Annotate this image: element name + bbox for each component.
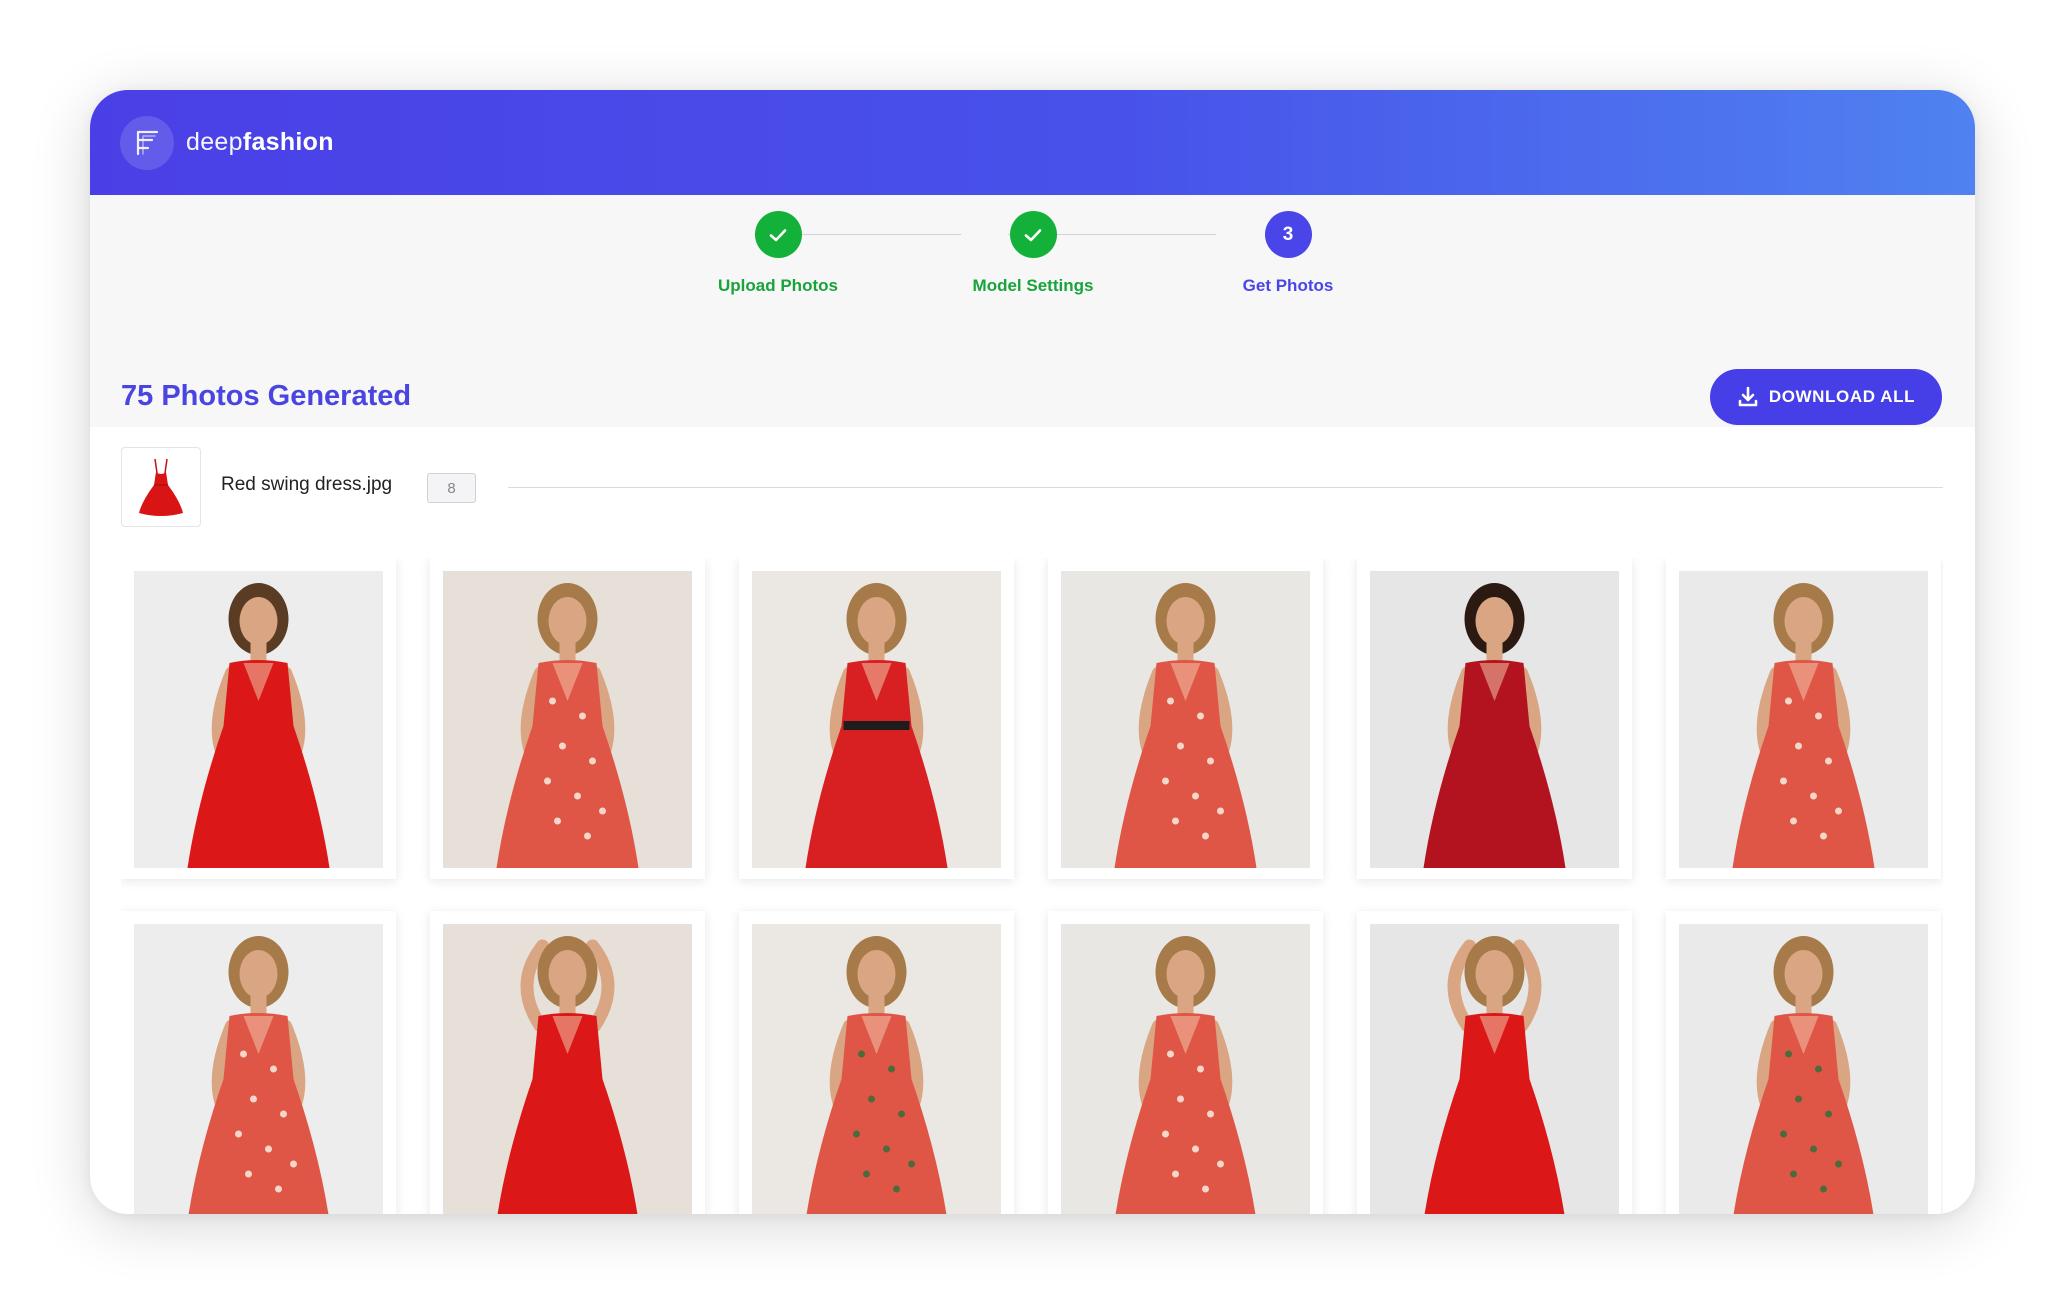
generated-photo-card[interactable] — [1666, 911, 1941, 1214]
photo-count-badge: 8 — [427, 473, 476, 503]
download-all-label: DOWNLOAD ALL — [1768, 387, 1916, 406]
generated-photo-card[interactable] — [1357, 911, 1632, 1214]
generated-photo — [443, 924, 692, 1214]
generated-photo-card[interactable] — [1666, 558, 1941, 879]
check-icon — [754, 211, 802, 258]
file-name: Red swing dress.jpg — [221, 474, 393, 495]
generated-photo-card[interactable] — [1048, 558, 1323, 879]
generated-photo — [1370, 924, 1619, 1214]
divider — [508, 487, 1943, 488]
top-bar: deepfashion — [90, 90, 1975, 195]
brand-name-light: deep — [186, 128, 243, 156]
download-all-button[interactable]: DOWNLOAD ALL — [1710, 369, 1942, 425]
app-window: deepfashion Upload Photos Model Settings… — [90, 90, 1975, 1214]
step-label: Get Photos — [1242, 276, 1334, 295]
brand-name[interactable]: deepfashion — [186, 128, 334, 157]
generated-photo-card[interactable] — [1357, 558, 1632, 879]
generated-photo-card[interactable] — [739, 558, 1014, 879]
generated-photo — [134, 571, 383, 868]
generated-photo-card[interactable] — [121, 558, 396, 879]
step-label: Upload Photos — [718, 276, 838, 295]
step-label: Model Settings — [972, 276, 1094, 295]
generated-photo — [1679, 571, 1928, 868]
generated-photo — [134, 924, 383, 1214]
generated-photo-card[interactable] — [1048, 911, 1323, 1214]
photo-grid — [121, 558, 1943, 1214]
source-file-row: Red swing dress.jpg 8 — [121, 447, 1943, 527]
check-icon — [1009, 211, 1057, 258]
stylized-f-logo-icon[interactable] — [120, 115, 174, 170]
generated-photo-card[interactable] — [739, 911, 1014, 1214]
generated-photo — [752, 571, 1001, 868]
step-number: 3 — [1264, 211, 1312, 258]
step-upload-photos[interactable]: Upload Photos — [678, 211, 878, 296]
brand-name-bold: fashion — [242, 128, 334, 156]
download-icon — [1738, 386, 1758, 407]
generated-photo — [1061, 571, 1310, 868]
page-title: 75 Photos Generated — [121, 380, 412, 412]
generated-photo — [1061, 924, 1310, 1214]
generated-photo-card[interactable] — [430, 558, 705, 879]
generated-photo — [1370, 571, 1619, 868]
generated-photo — [443, 571, 692, 868]
step-get-photos[interactable]: 3 Get Photos — [1188, 211, 1388, 296]
generated-photo-card[interactable] — [430, 911, 705, 1214]
generated-photo-card[interactable] — [121, 911, 396, 1214]
generated-photo — [752, 924, 1001, 1214]
step-model-settings[interactable]: Model Settings — [933, 211, 1133, 296]
red-dress-thumbnail[interactable] — [121, 447, 201, 527]
generated-photo — [1679, 924, 1928, 1214]
